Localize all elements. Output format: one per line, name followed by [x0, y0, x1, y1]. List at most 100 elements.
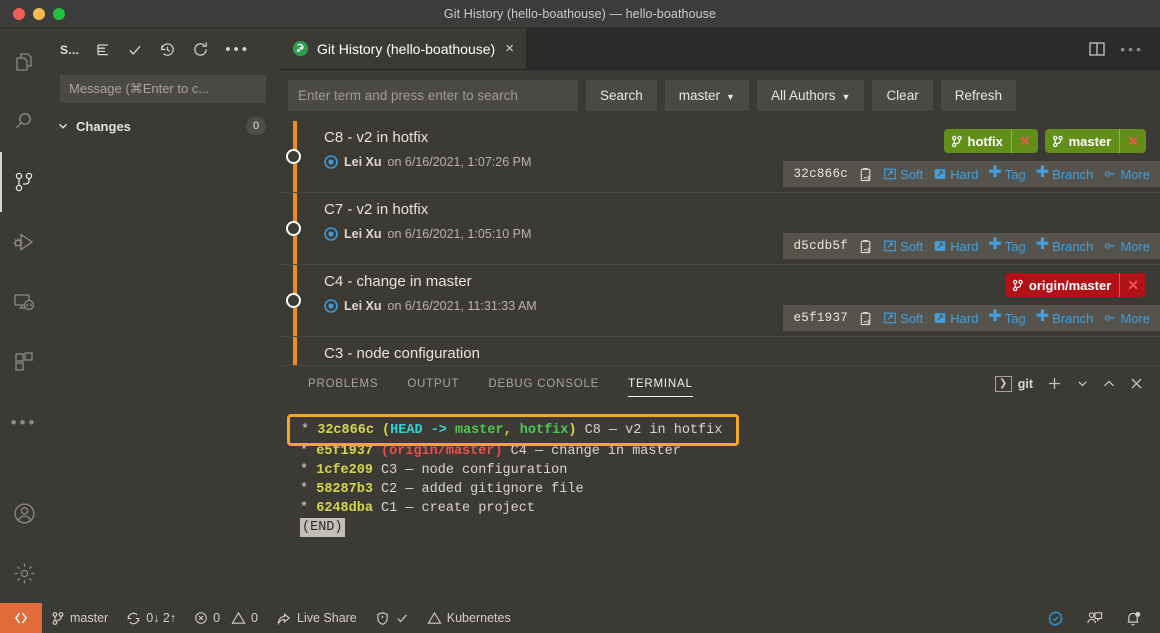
history-icon[interactable]: [159, 41, 176, 58]
feedback-icon[interactable]: [1077, 603, 1112, 633]
more-actions-icon[interactable]: •••: [1120, 42, 1144, 56]
refresh-icon[interactable]: [192, 41, 209, 58]
branch-name-text: master: [1068, 133, 1112, 149]
close-window-button[interactable]: [13, 7, 25, 20]
scm-changes-section[interactable]: Changes 0: [48, 117, 278, 135]
add-branch-button[interactable]: ✚ Branch: [1036, 309, 1094, 326]
graph-commit-node: [286, 293, 301, 308]
activity-bar-item-manage-settings[interactable]: [0, 543, 48, 603]
git-history-view: Search master ▼ All Authors ▼ Clear Refr…: [278, 70, 1160, 603]
status-bar-kubernetes[interactable]: Kubernetes: [418, 603, 520, 633]
search-button[interactable]: Search: [586, 80, 657, 111]
status-bar-problems[interactable]: 0 0: [185, 603, 267, 633]
more-options-button[interactable]: More: [1103, 239, 1150, 254]
clear-button[interactable]: Clear: [872, 80, 933, 111]
minimize-window-button[interactable]: [33, 7, 45, 20]
editor-tabs: Git History (hello-boathouse) × •••: [278, 28, 1160, 70]
check-icon: [395, 611, 409, 625]
status-bar-sync[interactable]: 0↓ 2↑: [117, 603, 185, 633]
notifications-bell-icon[interactable]: [1116, 603, 1150, 633]
commit-row[interactable]: C4 - change in master Lei Xu on 6/16/202…: [278, 265, 1160, 337]
reset-soft-button[interactable]: Soft: [883, 239, 923, 254]
add-tag-button[interactable]: ✚ Tag: [988, 165, 1025, 182]
plus-icon: ✚: [988, 308, 1002, 325]
reset-soft-button[interactable]: Soft: [883, 311, 923, 326]
commit-detail-icon[interactable]: [324, 155, 338, 169]
more-options-label: More: [1120, 166, 1150, 182]
commit-actions: e5f1937 Soft Hard ✚ Tag ✚ Branch More: [783, 305, 1160, 331]
add-tag-label: Tag: [1004, 238, 1026, 254]
add-tag-button[interactable]: ✚ Tag: [988, 237, 1026, 254]
close-icon[interactable]: ×: [505, 41, 514, 56]
window-controls[interactable]: [0, 7, 65, 20]
commit-row[interactable]: C8 - v2 in hotfix Lei Xu on 6/16/2021, 1…: [278, 121, 1160, 193]
close-panel-icon[interactable]: [1129, 376, 1144, 391]
split-editor-icon[interactable]: [1088, 40, 1106, 58]
terminal-hash: 58287b3: [316, 482, 373, 497]
commit-detail-icon[interactable]: [324, 299, 338, 313]
reset-hard-label: Hard: [950, 238, 979, 254]
branch-badge-origin-master[interactable]: origin/master ✕: [1004, 273, 1146, 297]
window-title: Git History (hello-boathouse) — hello-bo…: [443, 6, 717, 21]
remove-branch-icon[interactable]: ✕: [1119, 273, 1146, 297]
terminal-output[interactable]: * d5cdb5f C7 — v2 in hotfix * e5f1937 (o…: [278, 401, 1160, 603]
maximize-panel-icon[interactable]: [1102, 377, 1116, 391]
more-options-button[interactable]: More: [1103, 311, 1150, 326]
status-bar-security[interactable]: [366, 603, 418, 633]
more-actions-icon[interactable]: •••: [225, 42, 250, 57]
add-tag-button[interactable]: ✚ Tag: [988, 308, 1025, 326]
commit-detail-icon[interactable]: [324, 227, 338, 241]
reset-soft-button[interactable]: Soft: [883, 167, 923, 182]
author-filter-label: All Authors: [770, 88, 836, 103]
branch-badge-name: master: [1045, 134, 1120, 149]
activity-bar-item-remote-explorer[interactable]: [0, 272, 48, 332]
reset-hard-button[interactable]: Hard: [933, 239, 978, 254]
copy-hash-icon[interactable]: [858, 239, 873, 254]
author-filter-dropdown[interactable]: All Authors ▼: [756, 80, 865, 111]
terminal-selector[interactable]: ❯ git: [994, 375, 1033, 392]
panel-tab-problems[interactable]: PROBLEMS: [298, 366, 388, 401]
terminal-decoration: (origin/master): [381, 444, 503, 459]
branch-badge-hotfix[interactable]: hotfix ✕: [943, 129, 1038, 153]
activity-bar-item-more[interactable]: •••: [0, 392, 48, 452]
add-branch-button[interactable]: ✚ Branch: [1036, 165, 1094, 182]
tab-git-history[interactable]: Git History (hello-boathouse) ×: [278, 28, 526, 69]
tab-label: Git History (hello-boathouse): [317, 40, 496, 57]
activity-bar-item-source-control[interactable]: [0, 152, 48, 212]
add-branch-label: Branch: [1052, 310, 1094, 326]
commit-check-icon[interactable]: [127, 42, 143, 58]
activity-bar-item-extensions[interactable]: [0, 332, 48, 392]
maximize-window-button[interactable]: [53, 7, 65, 20]
status-bar-branch[interactable]: master: [42, 603, 117, 633]
reset-hard-button[interactable]: Hard: [933, 311, 978, 326]
copy-hash-icon[interactable]: [858, 167, 873, 182]
terminal-hash: 32c866c: [317, 422, 374, 438]
branch-filter-dropdown[interactable]: master ▼: [664, 80, 749, 111]
panel-tab-output[interactable]: OUTPUT: [397, 366, 469, 401]
panel-tab-terminal[interactable]: TERMINAL: [618, 366, 703, 401]
branch-icon: [1012, 279, 1024, 292]
search-input[interactable]: [288, 80, 578, 111]
activity-bar-item-run-and-debug[interactable]: [0, 212, 48, 272]
remove-branch-icon[interactable]: ✕: [1119, 129, 1146, 153]
commit-message-input[interactable]: Message (⌘Enter to c...: [60, 75, 266, 103]
settings-sync-icon[interactable]: [1038, 603, 1073, 633]
copy-hash-icon[interactable]: [858, 311, 873, 326]
terminal-dropdown-icon[interactable]: [1076, 377, 1089, 390]
activity-bar-item-accounts[interactable]: [0, 483, 48, 543]
new-terminal-icon[interactable]: [1046, 375, 1063, 392]
refresh-button[interactable]: Refresh: [940, 80, 1016, 111]
add-branch-button[interactable]: ✚ Branch: [1036, 237, 1094, 254]
remove-branch-icon[interactable]: ✕: [1010, 129, 1038, 153]
status-bar-live-share[interactable]: Live Share: [267, 603, 366, 633]
panel-tab-debug-console[interactable]: DEBUG CONSOLE: [478, 366, 609, 401]
commit-row[interactable]: C7 - v2 in hotfix Lei Xu on 6/16/2021, 1…: [278, 193, 1160, 265]
more-options-button[interactable]: More: [1103, 167, 1150, 182]
remote-window-indicator[interactable]: [0, 603, 42, 633]
reset-hard-button[interactable]: Hard: [933, 167, 978, 182]
commit-hash: d5cdb5f: [793, 239, 849, 253]
activity-bar-item-search[interactable]: [0, 92, 48, 152]
activity-bar-item-explorer[interactable]: [0, 32, 48, 92]
view-as-tree-icon[interactable]: [95, 42, 111, 58]
branch-badge-master[interactable]: master ✕: [1044, 129, 1146, 153]
